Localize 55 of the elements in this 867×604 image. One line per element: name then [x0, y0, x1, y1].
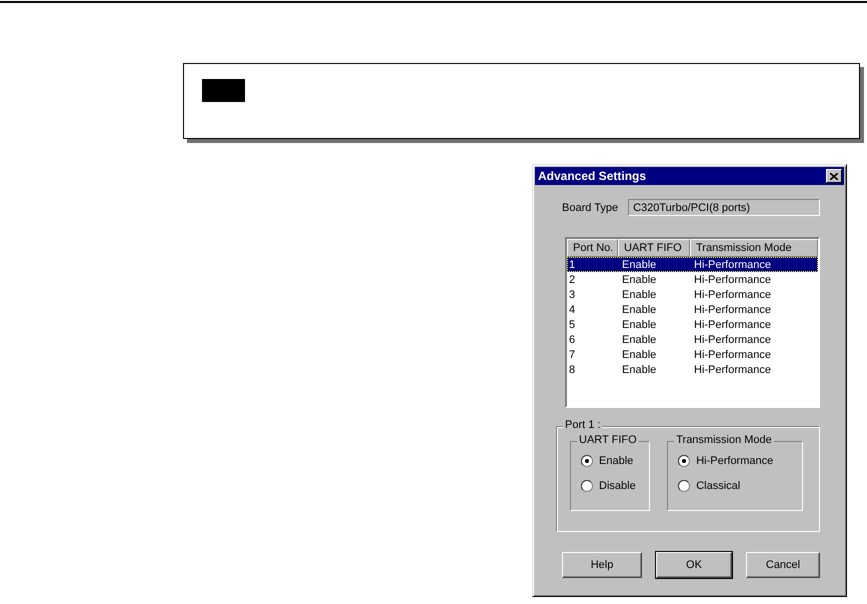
table-cell-text: 3	[568, 288, 576, 300]
table-cell-text: Enable	[621, 348, 658, 360]
port-row[interactable]: 7 Enable Hi-Performance	[567, 347, 818, 362]
port-row[interactable]: 8 Enable Hi-Performance	[567, 362, 818, 377]
port-row[interactable]: 3 Enable Hi-Performance	[567, 287, 818, 302]
table-cell-text: Hi-Performance	[693, 274, 772, 286]
table-cell-text: 6	[568, 334, 576, 346]
table-cell-text: 7	[568, 348, 576, 360]
table-cell-text: Enable	[621, 288, 658, 300]
group-title: Port 1 :	[563, 419, 602, 431]
group-title: Transmission Mode	[674, 434, 774, 446]
radio-button[interactable]	[581, 455, 593, 467]
table-cell-text: 5	[568, 318, 576, 330]
table-cell-text: Hi-Performance	[693, 334, 772, 346]
table-cell-text: Hi-Performance	[693, 304, 772, 316]
table-cell-text: Hi-Performance	[693, 364, 772, 376]
radio-label[interactable]: Disable	[599, 480, 636, 492]
port-row[interactable]: 6 Enable Hi-Performance	[567, 332, 818, 347]
table-cell-text: Hi-Performance	[693, 318, 772, 330]
port-row[interactable]: 4 Enable Hi-Performance	[567, 302, 818, 317]
column-header[interactable]: Transmission Mode	[690, 239, 818, 257]
window-title: Advanced Settings	[538, 169, 646, 183]
table-cell-text: Enable	[621, 258, 658, 270]
radio-button[interactable]	[678, 480, 690, 492]
group-title: UART FIFO	[577, 434, 639, 446]
table-cell-text: Enable	[621, 334, 658, 346]
board-type-label: Board Type	[562, 202, 618, 214]
radio-button[interactable]	[581, 480, 593, 492]
table-cell-text: Enable	[621, 304, 658, 316]
board-type-field[interactable]: C320Turbo/PCI(8 ports)	[628, 199, 820, 216]
radio-label[interactable]: Classical	[696, 480, 740, 492]
table-cell-text: Enable	[621, 274, 658, 286]
note-label-block	[202, 79, 245, 102]
table-cell-text: Hi-Performance	[693, 288, 772, 300]
radio-button[interactable]	[678, 455, 690, 467]
table-cell-text: Enable	[621, 364, 658, 376]
port-row[interactable]: 1 Enable Hi-Performance	[567, 257, 818, 272]
dialog-button[interactable]: OK	[656, 552, 732, 578]
table-cell-text: 8	[568, 364, 576, 376]
port-row[interactable]: 5 Enable Hi-Performance	[567, 317, 818, 332]
radio-label[interactable]: Enable	[599, 455, 634, 467]
table-cell-text: 1	[568, 258, 576, 270]
port-row[interactable]: 2 Enable Hi-Performance	[567, 272, 818, 287]
close-icon	[830, 172, 838, 180]
table-cell-text: Enable	[621, 318, 658, 330]
radio-label[interactable]: Hi-Performance	[696, 455, 774, 467]
table-cell-text: Hi-Performance	[693, 348, 772, 360]
table-cell-text: 2	[568, 274, 576, 286]
column-header[interactable]: Port No.	[567, 239, 618, 257]
table-cell-text: Hi-Performance	[693, 258, 772, 270]
column-header[interactable]: UART FIFO	[618, 239, 690, 257]
table-cell-text: 4	[568, 304, 576, 316]
close-button[interactable]	[826, 169, 842, 183]
dialog-button[interactable]: Cancel	[746, 552, 820, 578]
dialog-button[interactable]: Help	[562, 552, 642, 578]
